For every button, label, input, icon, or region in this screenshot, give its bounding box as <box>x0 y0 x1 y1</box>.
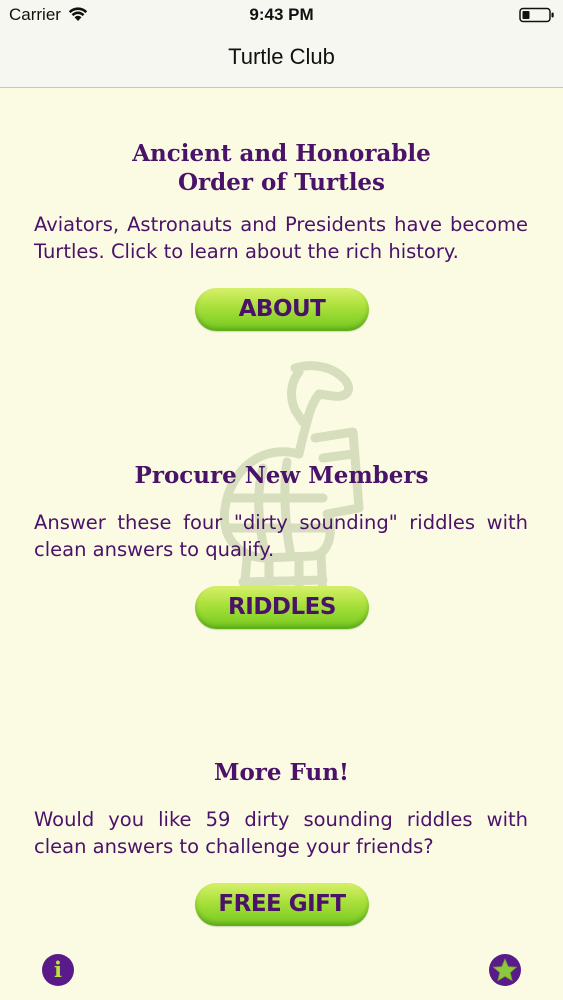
status-bar: Carrier 9:43 PM <box>0 0 563 30</box>
section-title-about: Ancient and Honorable Order of Turtles <box>0 139 563 197</box>
section-title-line: Order of Turtles <box>177 169 386 196</box>
favorite-button[interactable] <box>489 954 521 986</box>
navigation-bar: Turtle Club <box>0 30 563 88</box>
riddles-button[interactable]: RIDDLES <box>195 586 369 629</box>
section-title-line: Ancient and Honorable <box>132 140 431 167</box>
about-button[interactable]: ABOUT <box>195 288 369 331</box>
star-icon <box>492 957 518 982</box>
section-text-more-fun: Would you like 59 dirty sounding riddles… <box>34 808 528 858</box>
nav-title: Turtle Club <box>228 44 335 69</box>
section-text-about: Aviators, Astronauts and Presidents have… <box>34 213 528 263</box>
section-text-riddles: Answer these four "dirty sounding" riddl… <box>34 511 528 561</box>
section-title-riddles: Procure New Members <box>134 462 429 489</box>
section-title-more-fun: More Fun! <box>213 759 350 786</box>
info-button[interactable]: i <box>42 954 74 986</box>
battery-icon <box>519 7 554 23</box>
status-time: 9:43 PM <box>249 5 314 24</box>
info-icon: i <box>54 957 62 982</box>
free-gift-button[interactable]: FREE GIFT <box>195 883 369 926</box>
